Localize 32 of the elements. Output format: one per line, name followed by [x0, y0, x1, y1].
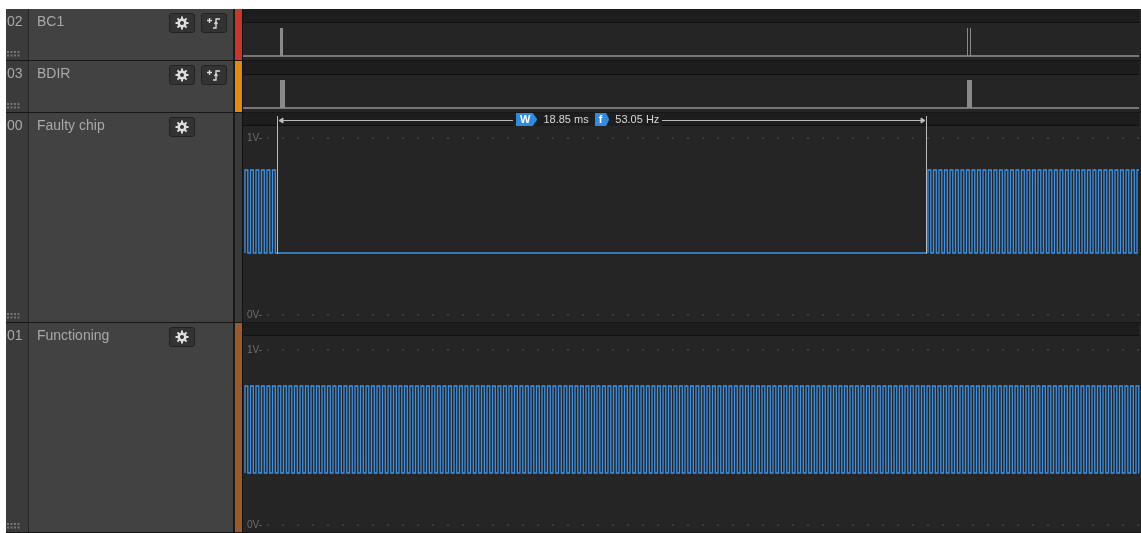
grip-icon[interactable] — [7, 313, 21, 319]
grip-icon[interactable] — [7, 523, 21, 529]
channel-number: 00 — [7, 117, 24, 133]
width-tag: W — [516, 113, 538, 126]
gear-icon — [175, 16, 189, 30]
channel-name: BC1 — [37, 13, 66, 29]
channel-number: 03 — [7, 65, 24, 81]
channel-name: Functioning — [37, 327, 111, 343]
channel-number: 01 — [7, 327, 24, 343]
grip-icon[interactable] — [7, 51, 21, 57]
channel-number: 02 — [7, 13, 24, 29]
trigger-button[interactable] — [201, 13, 227, 33]
grip-icon[interactable] — [7, 103, 21, 109]
frequency-tag: f — [594, 113, 610, 126]
voltage-label: 1V- — [247, 345, 262, 355]
gear-icon — [175, 68, 189, 82]
voltage-label: 1V- — [247, 133, 262, 143]
frequency-value: 53.05 Hz — [615, 113, 660, 126]
add-trigger-icon — [206, 68, 222, 82]
channel-name: BDIR — [37, 65, 72, 81]
pulse-width-value: 18.85 ms — [543, 113, 589, 126]
add-trigger-icon — [206, 16, 222, 30]
settings-button[interactable] — [169, 13, 195, 33]
settings-button[interactable] — [169, 327, 195, 347]
gear-icon — [175, 120, 189, 134]
channel-name: Faulty chip — [37, 117, 106, 133]
voltage-label: 0V- — [247, 520, 262, 530]
settings-button[interactable] — [169, 65, 195, 85]
trigger-button[interactable] — [201, 65, 227, 85]
settings-button[interactable] — [169, 117, 195, 137]
voltage-label: 0V- — [247, 310, 262, 320]
gear-icon — [175, 330, 189, 344]
